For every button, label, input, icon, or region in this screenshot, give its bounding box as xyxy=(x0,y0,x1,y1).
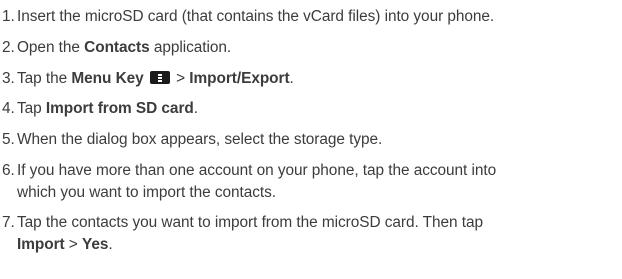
step-number: 7. xyxy=(2,214,15,231)
step-number: 2. xyxy=(2,39,15,56)
step-text-line2: which you want to import the contacts. xyxy=(17,184,277,201)
step-text-line2: Import > Yes. xyxy=(2,234,483,256)
step-text-post: . xyxy=(108,236,113,253)
list-item-step-3: 3. Tap the Menu Key > Import/Export. xyxy=(2,68,294,90)
list-item-step-2: 2. Open the Contacts application. xyxy=(2,37,231,59)
step-text-pre: Tap the xyxy=(17,70,72,87)
contacts-app-label: Contacts xyxy=(84,39,150,56)
step-number: 3. xyxy=(2,70,15,87)
menu-key-icon xyxy=(149,71,170,84)
step-text-line1: If you have more than one account on you… xyxy=(17,162,497,179)
list-item-step-4: 4. Tap Import from SD card. xyxy=(2,98,198,120)
step-text-post: . xyxy=(193,100,198,117)
step-number: 6. xyxy=(2,162,15,179)
list-item-step-5: 5. When the dialog box appears, select th… xyxy=(2,129,382,151)
yes-label: Yes xyxy=(81,236,109,253)
step-text-post: . xyxy=(289,70,294,87)
step-text: Insert the microSD card (that contains t… xyxy=(17,8,495,25)
menu-key-label: Menu Key xyxy=(71,70,144,87)
step-separator: > xyxy=(171,70,190,87)
import-label: Import xyxy=(17,236,65,253)
step-number: 5. xyxy=(2,131,15,148)
step-number: 1. xyxy=(2,8,15,25)
step-text-post: application. xyxy=(149,39,232,56)
step-text-line1: Tap the contacts you want to import from… xyxy=(17,214,483,231)
step-number: 4. xyxy=(2,100,15,117)
step-text-pre: Tap xyxy=(17,100,46,117)
import-export-label: Import/Export xyxy=(189,70,290,87)
list-item-step-6: 6. If you have more than one account on y… xyxy=(2,160,496,204)
list-item-step-7: 7. Tap the contacts you want to import fr… xyxy=(2,212,483,256)
step-text: When the dialog box appears, select the … xyxy=(17,131,383,148)
step-text-pre: Open the xyxy=(17,39,85,56)
list-item-step-1: 1. Insert the microSD card (that contains… xyxy=(2,6,494,28)
import-from-sd-label: Import from SD card xyxy=(45,100,194,117)
step-separator: > xyxy=(64,236,82,253)
